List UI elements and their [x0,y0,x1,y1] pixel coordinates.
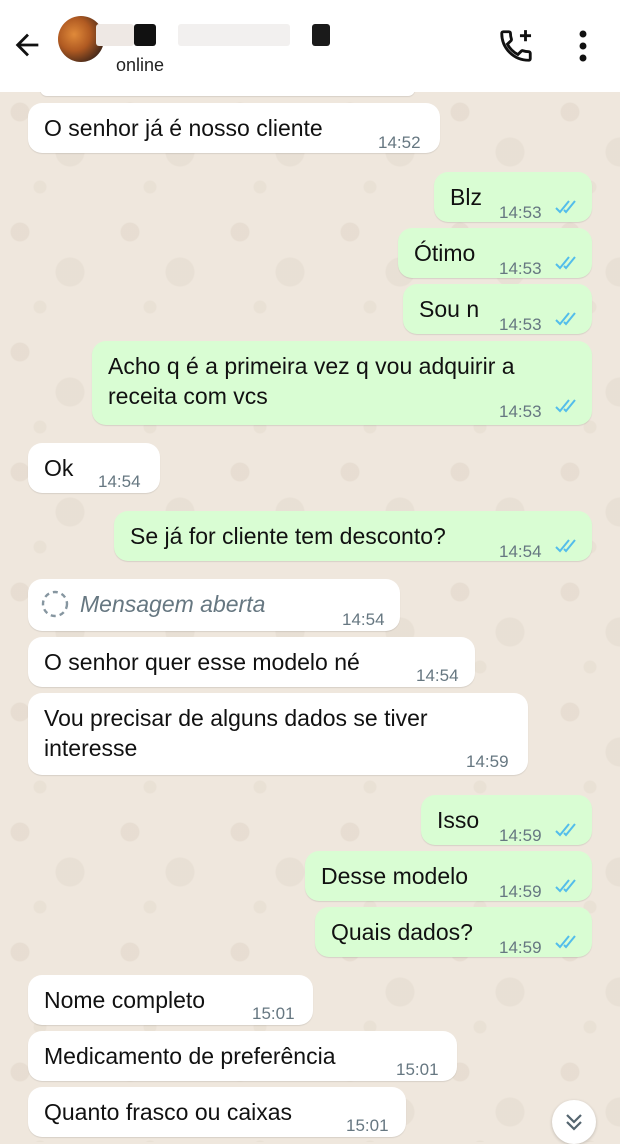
message-bubble-incoming[interactable]: Vou precisar de alguns dados se tiver in… [28,693,528,775]
double-check-icon [555,399,576,413]
message-bubble-outgoing[interactable]: Acho q é a primeira vez q vou adquirir a… [92,341,592,425]
double-check-icon [555,879,576,893]
message-text: Isso [437,807,480,833]
message-bubble-incoming[interactable]: Nome completo 15:01 [28,975,313,1025]
message-bubble-incoming-view-once[interactable]: Mensagem aberta 14:54 [28,579,400,631]
contact-name-redacted [312,24,330,46]
more-vert-icon[interactable] [568,26,598,66]
message-text: O senhor já é nosso cliente [44,115,323,141]
contact-name-redacted [178,24,290,46]
add-call-icon[interactable] [497,27,535,65]
message-text: Vou precisar de alguns dados se tiver in… [44,705,428,761]
message-time: 14:53 [499,203,542,222]
message-time: 14:53 [499,315,542,334]
message-bubble-outgoing[interactable]: Blz 14:53 [434,172,592,222]
message-bubble-incoming[interactable]: O senhor já é nosso cliente 14:52 [28,103,440,153]
chat-header: online [0,0,620,92]
message-time: 14:54 [342,610,385,629]
message-time: 15:01 [396,1060,439,1079]
message-bubble-outgoing[interactable]: Ótimo 14:53 [398,228,592,278]
message-text: Nome completo [44,987,206,1013]
message-text: Ótimo [414,240,476,266]
message-time: 14:54 [499,542,542,561]
double-check-icon [555,823,576,837]
message-text: Mensagem aberta [80,591,266,617]
double-check-icon [555,200,576,214]
message-bubble-incoming[interactable]: Medicamento de preferência 15:01 [28,1031,457,1081]
message-text: Se já for cliente tem desconto? [130,523,446,549]
message-time: 14:59 [499,882,542,901]
message-bubble-outgoing[interactable]: Sou n 14:53 [403,284,592,334]
message-bubble-incoming[interactable]: O senhor quer esse modelo né 14:54 [28,637,475,687]
message-time: 14:54 [98,472,141,491]
message-bubble-incoming[interactable]: Ok 14:54 [28,443,160,493]
message-time: 14:59 [499,938,542,957]
double-check-icon [555,539,576,553]
message-time: 14:59 [499,826,542,845]
message-bubble-outgoing[interactable]: Desse modelo 14:59 [305,851,592,901]
message-text: Medicamento de preferência [44,1043,336,1069]
double-check-icon [555,256,576,270]
message-time: 14:53 [499,402,542,421]
message-text: Sou n [419,296,480,322]
message-bubble-outgoing[interactable]: Isso 14:59 [421,795,592,845]
arrow-left-icon[interactable] [10,28,44,62]
double-chevron-down-icon [566,1114,582,1131]
contact-name-redacted [96,24,134,46]
message-bubble-outgoing[interactable]: Quais dados? 14:59 [315,907,592,957]
message-time: 15:01 [346,1116,389,1135]
message-bubble-incoming[interactable]: Quanto frasco ou caixas 15:01 [28,1087,406,1137]
scroll-to-bottom-button[interactable] [552,1100,596,1144]
message-time: 14:53 [499,259,542,278]
message-text: Quais dados? [331,919,473,945]
contact-status: online [116,55,165,75]
message-time: 14:52 [378,133,421,152]
message-time: 14:59 [466,752,509,771]
double-check-icon [555,312,576,326]
message-bubble-outgoing[interactable]: Se já for cliente tem desconto? 14:54 [114,511,592,561]
message-text: Quanto frasco ou caixas [44,1099,293,1125]
contact-name-redacted [134,24,156,46]
message-time: 14:54 [416,666,459,685]
message-text: Desse modelo [321,863,469,889]
message-text: O senhor quer esse modelo né [44,649,360,675]
double-check-icon [555,935,576,949]
view-once-opened-icon [41,590,69,618]
message-time: 15:01 [252,1004,295,1023]
message-text: Blz [450,184,482,210]
message-text: Ok [44,455,74,481]
